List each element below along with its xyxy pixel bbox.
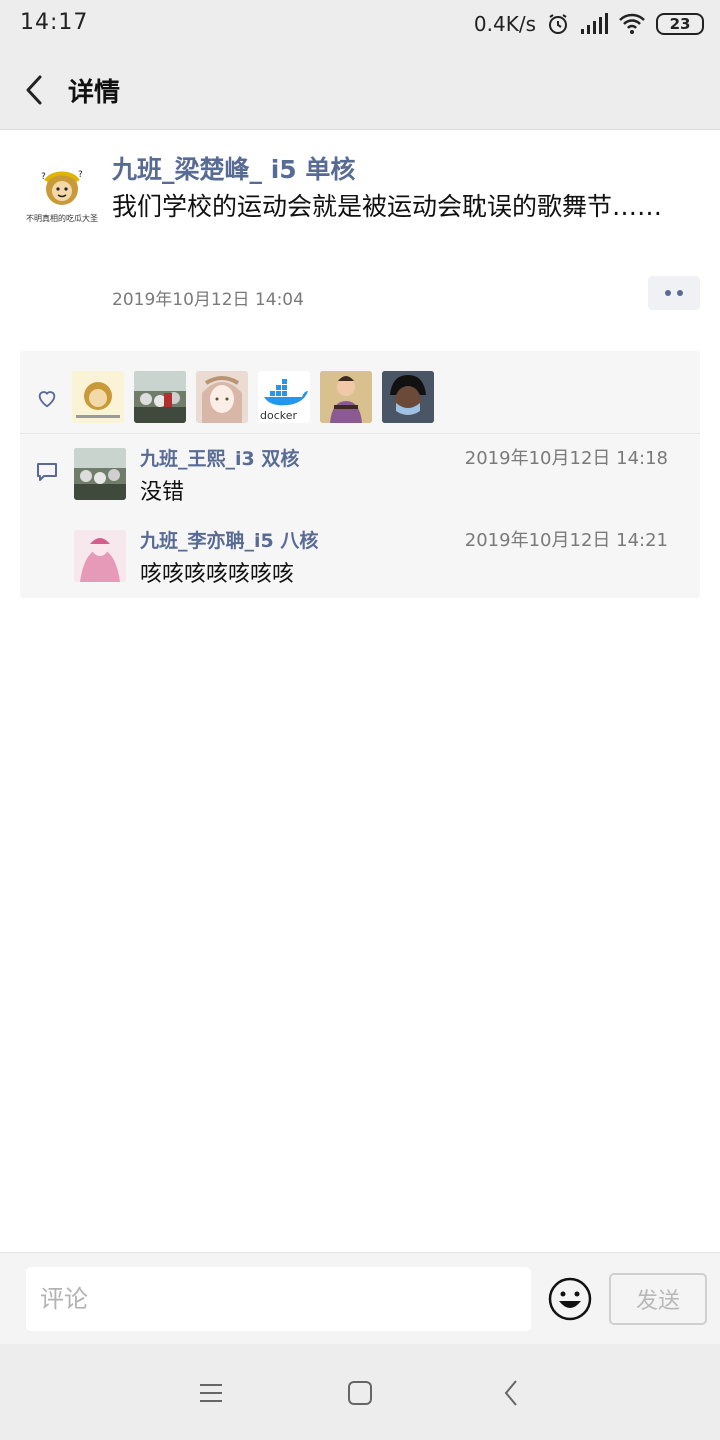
avatar-mask-icon	[382, 371, 434, 423]
commenter-name[interactable]: 九班_王熙_i3 双核	[140, 444, 299, 471]
battery-icon: 23	[656, 13, 704, 35]
chevron-left-icon	[26, 75, 42, 105]
home-button[interactable]	[345, 1378, 375, 1408]
liker-avatar[interactable]	[382, 371, 434, 423]
heart-icon	[38, 391, 56, 408]
send-button[interactable]: 发送	[609, 1273, 707, 1325]
liker-avatar[interactable]	[320, 371, 372, 423]
alarm-icon	[549, 14, 567, 34]
network-speed: 0.4K/s	[473, 12, 536, 36]
interaction-panel: docker 九班_王熙_i3 双核 2019年10月12日 14:18 没错 …	[20, 351, 700, 598]
post-text: 我们学校的运动会就是被运动会耽误的歌舞节……	[112, 192, 663, 221]
status-icons: 0.4K/s 23	[474, 10, 704, 38]
likes-row: docker	[20, 351, 700, 434]
title-bar: 详情	[0, 48, 720, 130]
liker-avatars: docker	[72, 371, 434, 423]
menu-button[interactable]	[196, 1378, 226, 1408]
avatar-anime-girl-icon	[202, 376, 242, 423]
comment-timestamp: 2019年10月12日 14:18	[464, 448, 668, 469]
avatar-crowd-icon	[74, 448, 126, 500]
status-bar: 14:17 0.4K/s 23	[0, 0, 720, 48]
wifi-icon	[619, 13, 645, 34]
comment-item[interactable]: 九班_李亦聃_i5 八核 2019年10月12日 14:21 咳咳咳咳咳咳咳	[20, 516, 700, 598]
avatar-sage-icon	[76, 382, 120, 418]
comment-text: 咳咳咳咳咳咳咳	[140, 562, 295, 587]
avatar-pink-anime-icon	[74, 530, 126, 582]
docker-logo-icon: docker	[260, 379, 308, 422]
system-back-button[interactable]	[496, 1378, 526, 1408]
status-time: 14:17	[20, 10, 89, 35]
avatar-crowd-icon	[134, 371, 186, 423]
monkey-king-avatar-icon: ? ?	[41, 170, 83, 205]
avatar-guitar-icon	[320, 371, 372, 423]
back-button[interactable]	[14, 70, 54, 110]
liker-avatar[interactable]: docker	[258, 371, 310, 423]
post-author-name[interactable]: 九班_梁楚峰_ i5 单核	[112, 150, 355, 186]
comment-input-bar: 发送	[0, 1252, 720, 1344]
system-nav-bar	[0, 1344, 720, 1440]
comment-timestamp: 2019年10月12日 14:21	[464, 530, 668, 551]
comment-bubble-icon	[37, 463, 57, 481]
post-avatar[interactable]: ? ? 不明真相的吃瓜大圣	[24, 155, 100, 231]
more-dots-icon	[677, 290, 683, 296]
emoji-button[interactable]	[548, 1277, 592, 1321]
home-square-icon	[348, 1381, 372, 1405]
page-title: 详情	[68, 78, 121, 108]
svg-text:?: ?	[41, 172, 46, 182]
comment-text: 没错	[140, 480, 185, 505]
commenter-avatar[interactable]	[74, 448, 126, 500]
more-dots-icon	[665, 290, 671, 296]
commenter-avatar[interactable]	[74, 530, 126, 582]
liker-avatar[interactable]	[196, 371, 248, 423]
svg-text:?: ?	[78, 170, 83, 180]
back-arrow-icon	[504, 1380, 517, 1406]
comment-item[interactable]: 九班_王熙_i3 双核 2019年10月12日 14:18 没错	[20, 434, 700, 516]
more-dots-button[interactable]	[648, 276, 700, 310]
signal-icon	[581, 13, 608, 34]
liker-avatar[interactable]	[134, 371, 186, 423]
comment-input[interactable]	[26, 1267, 531, 1331]
commenter-name[interactable]: 九班_李亦聃_i5 八核	[140, 526, 318, 553]
emoji-icon	[548, 1277, 592, 1321]
menu-icon	[200, 1384, 222, 1402]
liker-avatar[interactable]	[72, 371, 124, 423]
battery-level: 23	[669, 15, 691, 33]
avatar-caption: 不明真相的吃瓜大圣	[26, 213, 98, 223]
post-timestamp: 2019年10月12日 14:04	[112, 290, 304, 310]
docker-label: docker	[260, 409, 298, 422]
